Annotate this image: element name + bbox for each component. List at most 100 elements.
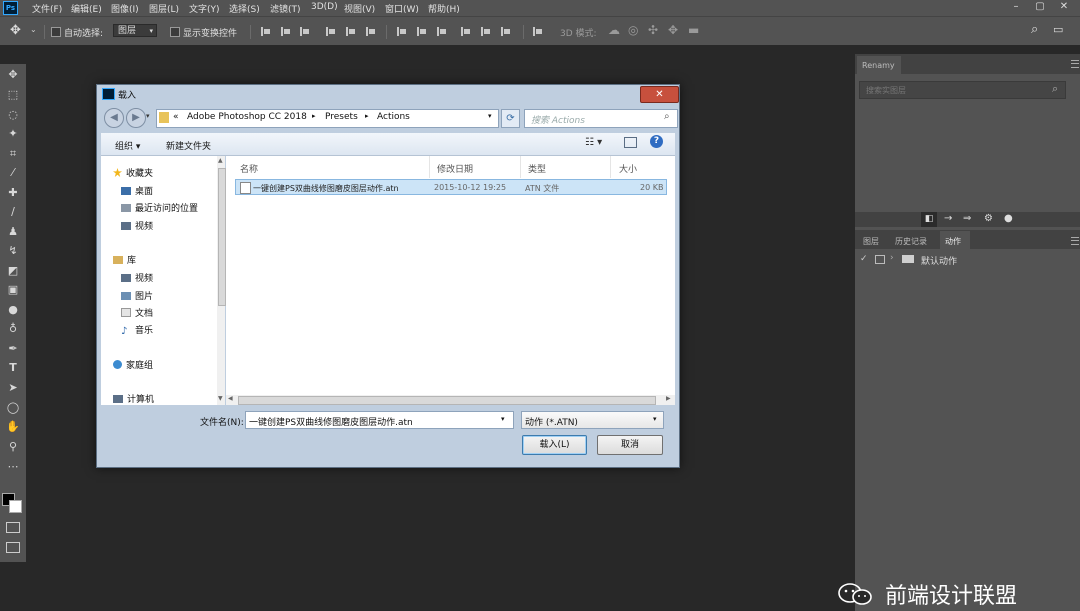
- menu-select[interactable]: 选择(S): [229, 2, 260, 15]
- distribute-bottom-icon[interactable]: [437, 27, 447, 36]
- screen-mode-icon[interactable]: [6, 542, 20, 553]
- dialog-toggle-icon[interactable]: [875, 255, 885, 264]
- dialog-close-button[interactable]: ✕: [640, 86, 679, 103]
- menu-layer[interactable]: 图层(L): [149, 2, 179, 15]
- type-tool-icon[interactable]: T: [6, 361, 20, 375]
- file-h-scrollbar[interactable]: ◀ ▶: [226, 395, 675, 405]
- file-row[interactable]: 一键创建PS双曲线修图磨皮图层动作.atn 2015-10-12 19:25 A…: [235, 179, 667, 195]
- align-top-icon[interactable]: [326, 27, 336, 36]
- column-modified[interactable]: 修改日期: [437, 162, 473, 175]
- move-tool-icon[interactable]: ✥: [10, 23, 21, 38]
- brush-icon[interactable]: ∕: [6, 205, 20, 219]
- nav-documents[interactable]: 文档: [121, 306, 153, 319]
- pen-icon[interactable]: ✒: [6, 342, 20, 356]
- filename-dropdown-icon[interactable]: ▾: [501, 415, 505, 423]
- panel-menu-icon[interactable]: [1071, 237, 1079, 245]
- forward-button[interactable]: ▶: [126, 108, 146, 128]
- preview-pane-icon[interactable]: [624, 137, 637, 148]
- scroll-down-icon[interactable]: ▼: [218, 395, 223, 402]
- align-vcenter-icon[interactable]: [346, 27, 356, 36]
- refresh-button[interactable]: ⟳: [501, 109, 520, 128]
- menu-help[interactable]: 帮助(H): [428, 2, 460, 15]
- align-right-icon[interactable]: [300, 27, 310, 36]
- eyedropper-icon[interactable]: ⁄: [6, 166, 20, 180]
- column-size[interactable]: 大小: [619, 162, 637, 175]
- breadcrumb-photoshop[interactable]: Adobe Photoshop CC 2018: [187, 112, 307, 122]
- auto-select-checkbox[interactable]: [51, 27, 61, 37]
- nav-scrollbar[interactable]: ▲ ▼: [217, 156, 226, 405]
- breadcrumb-presets[interactable]: Presets: [325, 112, 358, 122]
- path-selection-icon[interactable]: ➤: [6, 381, 20, 395]
- history-brush-icon[interactable]: ↯: [6, 244, 20, 258]
- expand-arrow-icon[interactable]: ›: [890, 253, 894, 263]
- gradient-icon[interactable]: ▣: [6, 283, 20, 297]
- load-button[interactable]: 载入(L): [522, 435, 587, 455]
- distribute-right-icon[interactable]: [501, 27, 511, 36]
- tab-layers[interactable]: 图层: [863, 236, 879, 247]
- column-divider[interactable]: [429, 156, 430, 178]
- distribute-vcenter-icon[interactable]: [417, 27, 427, 36]
- shape-icon[interactable]: ◯: [6, 401, 20, 415]
- menu-window[interactable]: 窗口(W): [385, 2, 419, 15]
- menu-type[interactable]: 文字(Y): [189, 2, 220, 15]
- auto-align-icon[interactable]: [533, 27, 543, 36]
- chevron-down-icon[interactable]: ⌄: [30, 25, 37, 34]
- hand-icon[interactable]: ✋: [6, 420, 20, 434]
- nav-desktop[interactable]: 桌面: [121, 184, 153, 197]
- tab-actions[interactable]: 动作: [940, 231, 970, 249]
- auto-select-dropdown[interactable]: 图层 ▾: [113, 24, 157, 37]
- move-icon[interactable]: ✥: [6, 68, 20, 82]
- 3d-roll-icon[interactable]: ◎: [628, 23, 638, 37]
- info-icon[interactable]: ●: [1004, 213, 1013, 224]
- distribute-top-icon[interactable]: [397, 27, 407, 36]
- scroll-up-icon[interactable]: ▲: [218, 157, 223, 164]
- nav-libraries[interactable]: 库: [113, 253, 136, 266]
- action-set-row[interactable]: ✓ › 默认动作: [855, 252, 1080, 268]
- blur-icon[interactable]: ●: [6, 303, 20, 317]
- nav-pictures[interactable]: 图片: [121, 289, 153, 302]
- menu-view[interactable]: 视图(V): [344, 2, 375, 15]
- distribute-left-icon[interactable]: [461, 27, 471, 36]
- search-input[interactable]: 搜索 Actions ⌕: [524, 109, 678, 128]
- nav-favorites[interactable]: 收藏夹: [113, 166, 153, 179]
- layer-search-input[interactable]: 搜索实图层 ⌕: [859, 81, 1066, 99]
- dodge-icon[interactable]: ♁: [6, 322, 20, 336]
- help-icon[interactable]: ?: [650, 135, 663, 148]
- column-type[interactable]: 类型: [528, 162, 546, 175]
- menu-filter[interactable]: 滤镜(T): [270, 2, 301, 15]
- tab-history[interactable]: 历史记录: [895, 236, 927, 247]
- quick-mask-icon[interactable]: [6, 522, 20, 533]
- tab-renamy[interactable]: Renamy: [857, 56, 901, 74]
- clone-stamp-icon[interactable]: ♟: [6, 225, 20, 239]
- minimize-button[interactable]: –: [1004, 0, 1028, 14]
- eraser-icon[interactable]: ◩: [6, 264, 20, 278]
- filetype-dropdown-icon[interactable]: ▾: [653, 415, 657, 423]
- filetype-select[interactable]: 动作 (*.ATN) ▾: [521, 411, 664, 429]
- menu-file[interactable]: 文件(F): [32, 2, 62, 15]
- 3d-orbit-icon[interactable]: ☁: [608, 23, 620, 37]
- distribute-hcenter-icon[interactable]: [481, 27, 491, 36]
- background-color-swatch[interactable]: [9, 500, 22, 513]
- show-transform-checkbox[interactable]: [170, 27, 180, 37]
- new-folder-button[interactable]: 新建文件夹: [166, 139, 211, 152]
- filename-input[interactable]: 一键创建PS双曲线修图磨皮图层动作.atn ▾: [245, 411, 514, 429]
- healing-brush-icon[interactable]: ✚: [6, 186, 20, 200]
- transfer-icon[interactable]: ⇒: [963, 213, 971, 224]
- nav-computer[interactable]: 计算机: [113, 392, 154, 405]
- align-left-icon[interactable]: [261, 27, 271, 36]
- actions-icon[interactable]: ◧: [921, 212, 937, 227]
- maximize-button[interactable]: ▢: [1028, 0, 1052, 14]
- organize-button[interactable]: 组织 ▾: [115, 139, 140, 152]
- cancel-button[interactable]: 取消: [597, 435, 663, 455]
- nav-music[interactable]: ♪ 音乐: [121, 323, 153, 337]
- search-icon[interactable]: ⌕: [1031, 22, 1038, 37]
- align-bottom-icon[interactable]: [366, 27, 376, 36]
- zoom-icon[interactable]: ⚲: [6, 440, 20, 454]
- nav-scroll-thumb[interactable]: [218, 168, 226, 306]
- marquee-icon[interactable]: ⬚: [6, 88, 20, 102]
- magic-wand-icon[interactable]: ✦: [6, 127, 20, 141]
- nav-homegroup[interactable]: 家庭组: [113, 358, 153, 371]
- scroll-left-icon[interactable]: ◀: [228, 395, 233, 402]
- column-divider[interactable]: [520, 156, 521, 178]
- panel-menu-icon[interactable]: [1071, 60, 1079, 68]
